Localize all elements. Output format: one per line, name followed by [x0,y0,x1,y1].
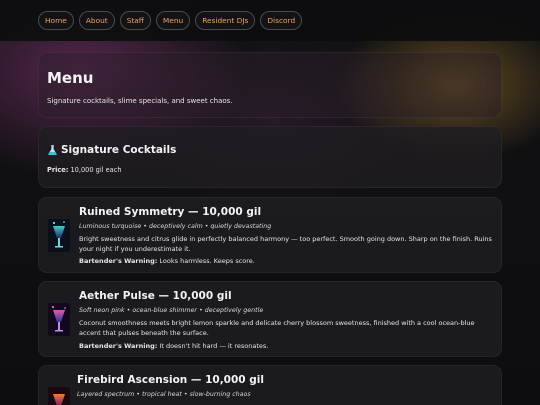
drink-warning: Bartender's Warning: It doesn't hit hard… [79,342,268,350]
warning-label: Bartender's Warning: [79,257,158,265]
nav-home[interactable]: Home [38,11,74,30]
section-header-card: Signature Cocktails Price: 10,000 gil ea… [38,126,502,188]
drink-image [48,387,70,405]
drink-name: Aether Pulse — 10,000 gil [79,290,232,302]
page-title: Menu [47,69,94,87]
drink-tagline: Layered spectrum • tropical heat • slow-… [77,391,251,398]
flask-icon [48,144,57,156]
drink-description: Coconut smoothness meets bright lemon sp… [79,319,475,337]
nav-discord[interactable]: Discord [260,11,303,30]
nav-about[interactable]: About [78,11,115,30]
price-label: Price: [47,166,69,174]
price-value: 10,000 gil each [70,166,122,174]
warning-label: Bartender's Warning: [79,342,158,350]
section-title-row: Signature Cocktails [47,144,176,156]
warning-text: It doesn't hit hard — it resonates. [159,342,269,350]
drink-image [48,303,70,336]
drink-tagline: Soft neon pink • ocean-blue shimmer • de… [79,307,264,314]
drink-card: Ruined Symmetry — 10,000 gil Luminous tu… [38,197,502,273]
hero-card: Menu Signature cocktails, slime specials… [38,52,502,118]
drink-card: Aether Pulse — 10,000 gil Soft neon pink… [38,281,502,357]
drink-description: Bright sweetness and citrus glide in per… [79,235,492,253]
drink-warning: Bartender's Warning: Looks harmless. Kee… [79,257,255,265]
drink-card: Firebird Ascension — 10,000 gil Layered … [38,365,502,405]
top-nav: Home About Staff Menu Resident DJs Disco… [0,0,540,41]
section-price: Price: 10,000 gil each [47,166,122,174]
nav-menu[interactable]: Menu [155,11,191,30]
drink-name: Ruined Symmetry — 10,000 gil [79,206,262,218]
section-title: Signature Cocktails [61,144,177,156]
drink-tagline: Luminous turquoise • deceptively calm • … [79,223,272,230]
warning-text: Looks harmless. Keeps score. [159,257,255,265]
nav-resident-djs[interactable]: Resident DJs [195,11,256,30]
drink-image [48,219,70,252]
page-subtitle: Signature cocktails, slime specials, and… [47,97,233,105]
nav-staff[interactable]: Staff [119,11,151,30]
drink-name: Firebird Ascension — 10,000 gil [77,374,264,386]
